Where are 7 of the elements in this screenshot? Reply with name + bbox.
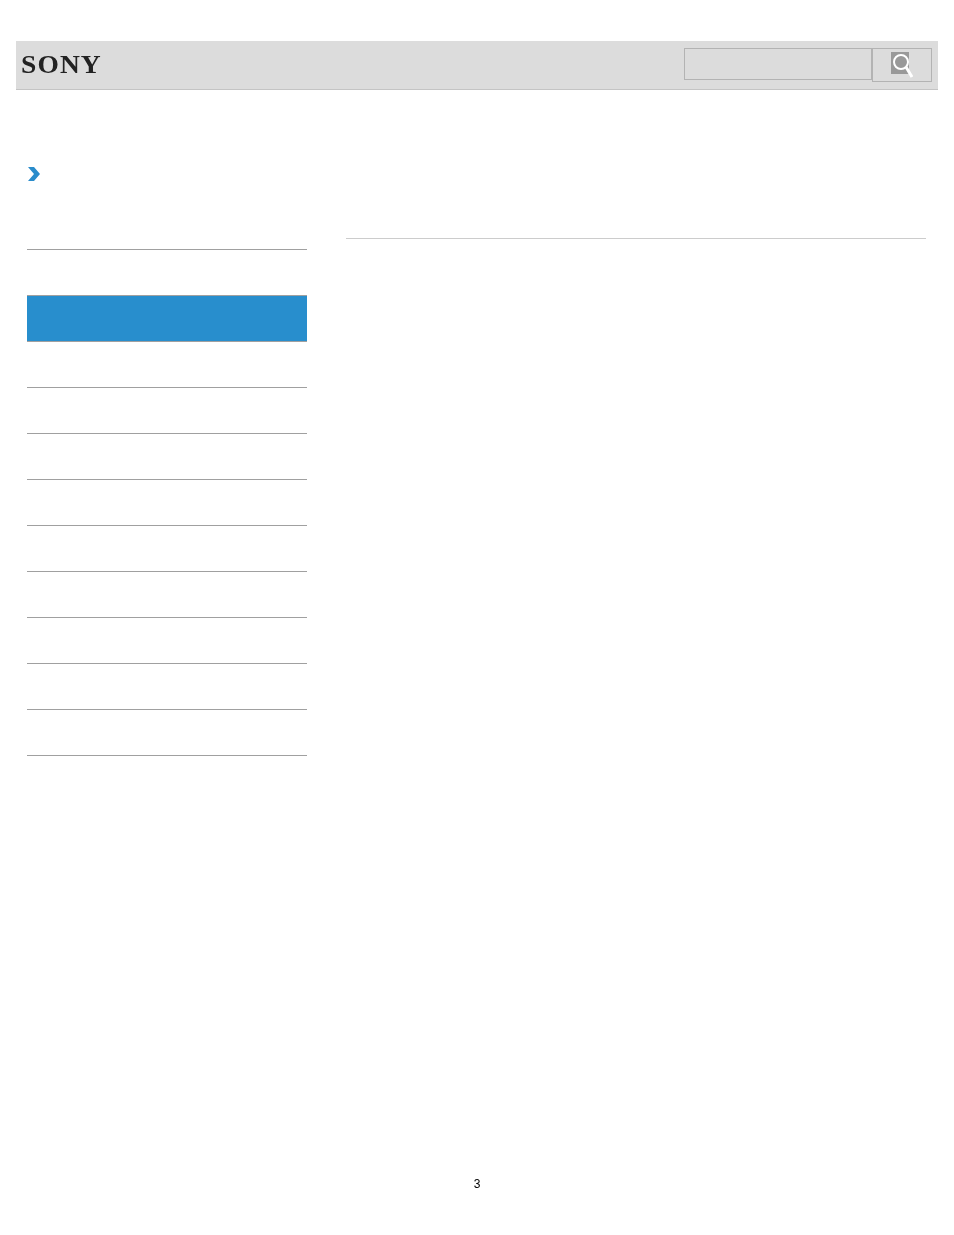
search-button[interactable] (872, 48, 932, 82)
logo: SONY (21, 51, 102, 79)
chevron-icon (27, 166, 41, 182)
sidebar-item[interactable] (27, 296, 307, 342)
search-field[interactable] (684, 48, 872, 80)
search-icon (891, 52, 913, 78)
page-number: 3 (473, 1177, 481, 1191)
